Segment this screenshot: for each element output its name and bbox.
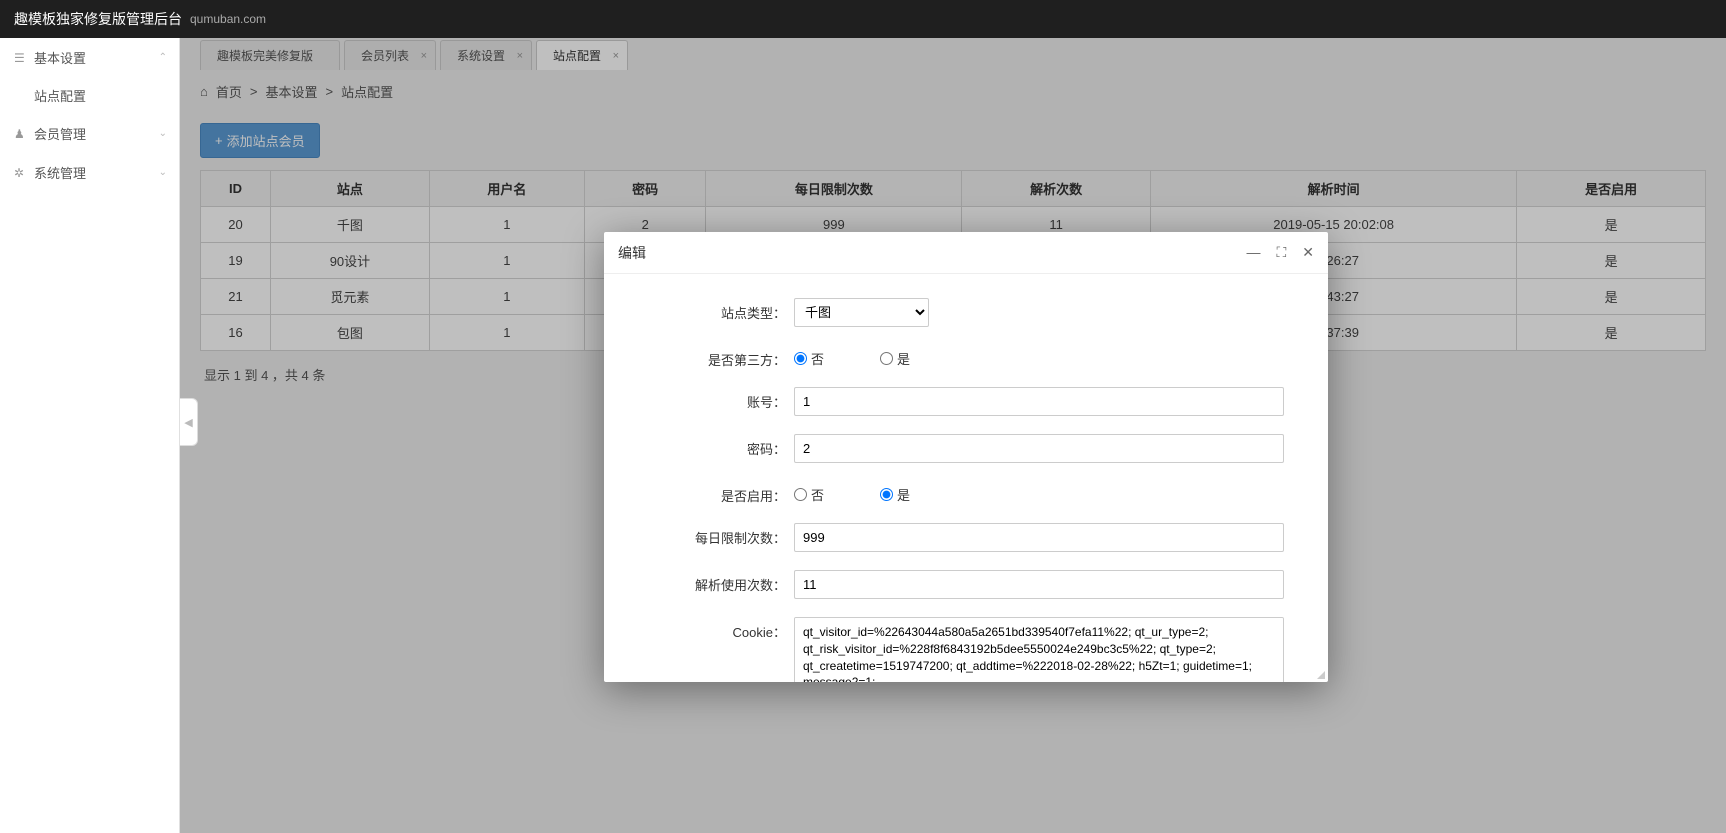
password-input[interactable] (794, 434, 1284, 463)
sidebar: ☰ 基本设置 ⌃ 站点配置 ♟ 会员管理 ⌄ ✲ 系统管理 ⌄ (0, 38, 180, 833)
chevron-down-icon: ⌄ (159, 128, 167, 139)
sidebar-item-member[interactable]: ♟ 会员管理 ⌄ (0, 114, 179, 153)
brand-domain: qumuban.com (190, 12, 266, 26)
sidebar-item-label: 基本设置 (34, 48, 86, 67)
sidebar-item-system[interactable]: ✲ 系统管理 ⌄ (0, 153, 179, 192)
close-icon[interactable]: ✕ (1302, 244, 1314, 261)
chevron-up-icon: ⌃ (159, 52, 167, 63)
label-password: 密码： (634, 434, 794, 458)
enabled-no[interactable]: 否 (794, 485, 824, 504)
sidebar-item-label: 系统管理 (34, 163, 86, 182)
sidebar-item-label: 会员管理 (34, 124, 86, 143)
chevron-down-icon: ⌄ (159, 167, 167, 178)
label-site-type: 站点类型： (634, 298, 794, 322)
edit-modal: 编辑 — ⛶ ✕ 站点类型： 千图 是否第三方： 否 是 (604, 232, 1328, 682)
enabled-yes[interactable]: 是 (880, 485, 910, 504)
maximize-icon[interactable]: ⛶ (1276, 244, 1286, 261)
label-account: 账号： (634, 387, 794, 411)
modal-body: 站点类型： 千图 是否第三方： 否 是 账号： 密码： (604, 274, 1328, 682)
modal-header: 编辑 — ⛶ ✕ (604, 232, 1328, 274)
third-party-no[interactable]: 否 (794, 349, 824, 368)
sidebar-subitem-site-config[interactable]: 站点配置 (0, 77, 179, 114)
site-type-select[interactable]: 千图 (794, 298, 929, 327)
parse-count-input[interactable] (794, 570, 1284, 599)
label-parse-count: 解析使用次数： (634, 570, 794, 594)
gear-icon: ✲ (14, 166, 28, 180)
cookie-textarea[interactable] (794, 617, 1284, 682)
modal-title: 编辑 (618, 243, 1246, 263)
sidebar-item-basic[interactable]: ☰ 基本设置 ⌃ (0, 38, 179, 77)
daily-limit-input[interactable] (794, 523, 1284, 552)
account-input[interactable] (794, 387, 1284, 416)
label-third-party: 是否第三方： (634, 345, 794, 369)
label-daily-limit: 每日限制次数： (634, 523, 794, 547)
list-icon: ☰ (14, 51, 28, 65)
brand-title: 趣模板独家修复版管理后台 (14, 9, 182, 29)
label-cookie: Cookie： (634, 617, 794, 641)
third-party-yes[interactable]: 是 (880, 349, 910, 368)
sidebar-collapse-handle[interactable]: ◀ (180, 398, 198, 446)
minimize-icon[interactable]: — (1246, 244, 1260, 261)
label-enabled: 是否启用： (634, 481, 794, 505)
user-icon: ♟ (14, 127, 28, 141)
resize-handle[interactable] (1314, 668, 1326, 680)
topbar: 趣模板独家修复版管理后台 qumuban.com (0, 0, 1726, 38)
